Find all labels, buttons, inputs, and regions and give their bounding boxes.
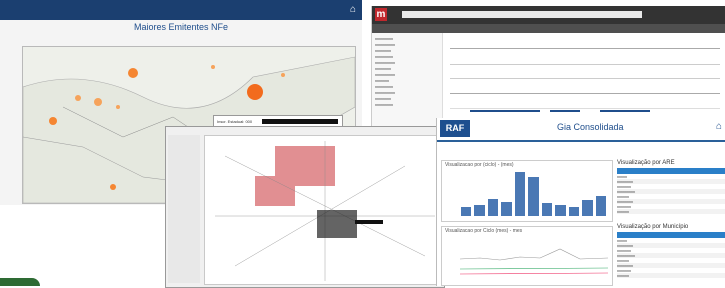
- redacted-bar: [262, 119, 338, 124]
- chart-bar: [595, 195, 606, 216]
- nav-bar: [372, 24, 725, 33]
- chart-bar: [461, 206, 472, 216]
- table-title: Visualização por Município: [617, 224, 689, 230]
- link[interactable]: [600, 110, 650, 112]
- address-bar[interactable]: [402, 11, 642, 18]
- info-line: Inscr. Estadual: 000: [217, 119, 253, 124]
- chart-bar: [568, 206, 580, 216]
- link[interactable]: [550, 110, 580, 112]
- browser-toolbar: m: [372, 6, 725, 24]
- bar-chart-panel: Visualizacao por (ciclo) - (mes): [441, 160, 613, 222]
- panel-title: Visualizacao por Ciclo (mes) - mes: [445, 228, 523, 234]
- app-logo: m: [375, 8, 387, 21]
- chart-bar: [474, 204, 485, 216]
- graph-svg: [215, 141, 435, 281]
- chart-bar: [555, 204, 566, 216]
- page-title: Gia Consolidada: [557, 122, 624, 132]
- sidebar-item[interactable]: xxxxxxxxx: [375, 102, 395, 108]
- chart-bar: [541, 203, 553, 216]
- municipio-table: Visualização por Município xxxxx xxxxxxxx…: [617, 224, 725, 284]
- chart-bar: [514, 171, 526, 216]
- home-icon[interactable]: ⌂: [350, 4, 356, 15]
- graph-canvas[interactable]: [204, 135, 442, 285]
- table-row[interactable]: xxxxxx: [617, 209, 725, 214]
- side-panel: [168, 135, 200, 283]
- raf-dashboard-screenshot: RAF Gia Consolidada ⌂ Visualizacao por (…: [436, 118, 725, 286]
- table-title: Visualização por ARE: [617, 160, 675, 166]
- chart-bar: [487, 199, 499, 216]
- chart-bar: [501, 202, 512, 216]
- are-table: Visualização por ARE xxxxx xxxxxxxx xxxxxx…: [617, 160, 725, 216]
- home-icon[interactable]: ⌂: [716, 121, 722, 132]
- sidebar-list: xxxxxxxxx xxxxxxxxxx xxxxxxxx xxxxxxxxx …: [375, 36, 395, 108]
- bar-chart: [460, 170, 608, 216]
- table-row[interactable]: xxxxxx: [617, 273, 725, 278]
- map-bubble: [247, 84, 263, 100]
- decorative-swoosh: [0, 278, 40, 286]
- map-bubble: [281, 73, 285, 77]
- network-screenshot: [165, 126, 445, 288]
- map-bubble: [116, 105, 120, 109]
- chart-bar: [582, 200, 593, 216]
- raf-logo: RAF: [440, 120, 470, 137]
- map-bubble: [49, 117, 57, 125]
- panel-title: Visualizacao por (ciclo) - (mes): [445, 162, 514, 168]
- link[interactable]: [470, 110, 540, 112]
- map-bubble: [211, 65, 215, 69]
- map-bubble: [128, 68, 138, 78]
- chart-bar: [528, 177, 539, 216]
- top-bar: ⌂: [0, 0, 362, 20]
- line-chart: [460, 248, 608, 275]
- line-chart-panel: Visualizacao por Ciclo (mes) - mes: [441, 226, 613, 286]
- map-bubble: [75, 95, 81, 101]
- dashboard-header: RAF Gia Consolidada ⌂: [437, 118, 725, 142]
- page-title: Maiores Emitentes NFe: [133, 22, 229, 32]
- map-bubble: [94, 98, 102, 106]
- map-bubble: [110, 184, 116, 190]
